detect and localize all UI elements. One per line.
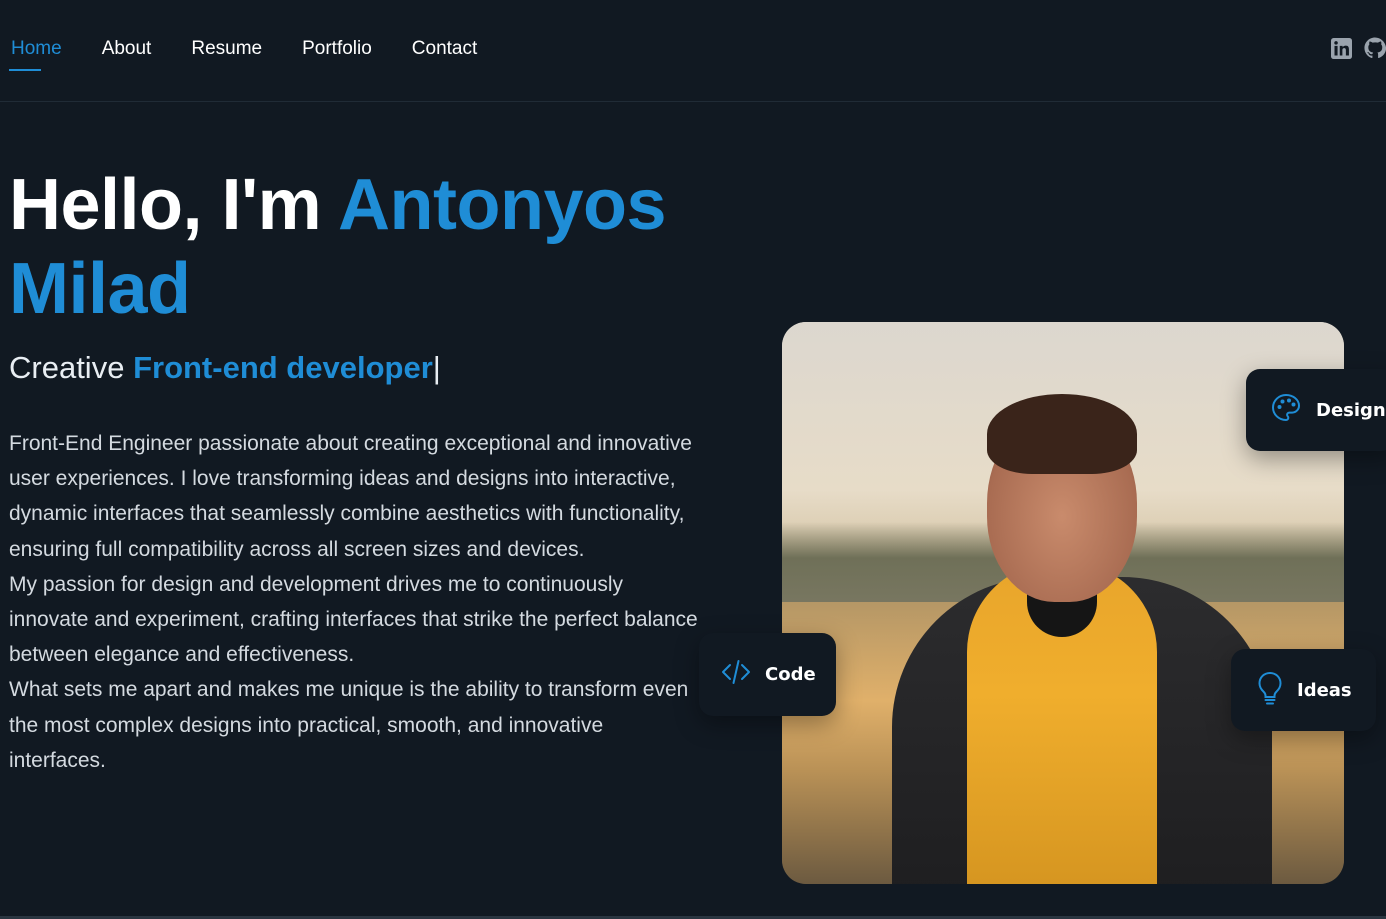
nav-item-resume[interactable]: Resume bbox=[191, 37, 262, 61]
subtitle-role: Front-end developer bbox=[133, 350, 433, 385]
about-paragraph: What sets me apart and makes me unique i… bbox=[9, 678, 689, 772]
nav-links: Home About Resume Portfolio Contact bbox=[9, 37, 477, 71]
hero-title: Hello, I'm Antonyos Milad bbox=[9, 163, 729, 331]
nav-item-contact[interactable]: Contact bbox=[412, 37, 477, 61]
design-badge: Design bbox=[1246, 369, 1386, 451]
ideas-badge: Ideas bbox=[1231, 649, 1376, 731]
ideas-label: Ideas bbox=[1297, 679, 1352, 701]
nav-item-about[interactable]: About bbox=[102, 37, 152, 61]
nav-item-portfolio[interactable]: Portfolio bbox=[302, 37, 372, 61]
about-paragraph: My passion for design and development dr… bbox=[9, 572, 698, 667]
social-links bbox=[1330, 37, 1386, 59]
hero-greeting: Hello, I'm bbox=[9, 165, 322, 245]
about-paragraph: Front-End Engineer passionate about crea… bbox=[9, 432, 692, 561]
subtitle-prefix: Creative bbox=[9, 350, 125, 385]
about-text: Front-End Engineer passionate about crea… bbox=[9, 426, 699, 778]
hero-subtitle: Creative Front-end developer| bbox=[9, 348, 441, 388]
code-label: Code bbox=[765, 664, 816, 685]
lightbulb-icon bbox=[1257, 671, 1283, 710]
code-icon bbox=[721, 658, 751, 691]
nav-item-home[interactable]: Home bbox=[9, 37, 62, 71]
photo-hair bbox=[987, 394, 1137, 474]
typing-cursor: | bbox=[432, 350, 441, 385]
design-label: Design bbox=[1316, 399, 1386, 421]
hero-name-last: Milad bbox=[9, 249, 191, 329]
code-badge: Code bbox=[699, 633, 836, 716]
navbar: Home About Resume Portfolio Contact bbox=[0, 0, 1386, 102]
palette-icon bbox=[1270, 392, 1302, 429]
linkedin-icon[interactable] bbox=[1330, 37, 1352, 59]
github-icon[interactable] bbox=[1364, 37, 1386, 59]
hero-name-first: Antonyos bbox=[338, 165, 667, 245]
